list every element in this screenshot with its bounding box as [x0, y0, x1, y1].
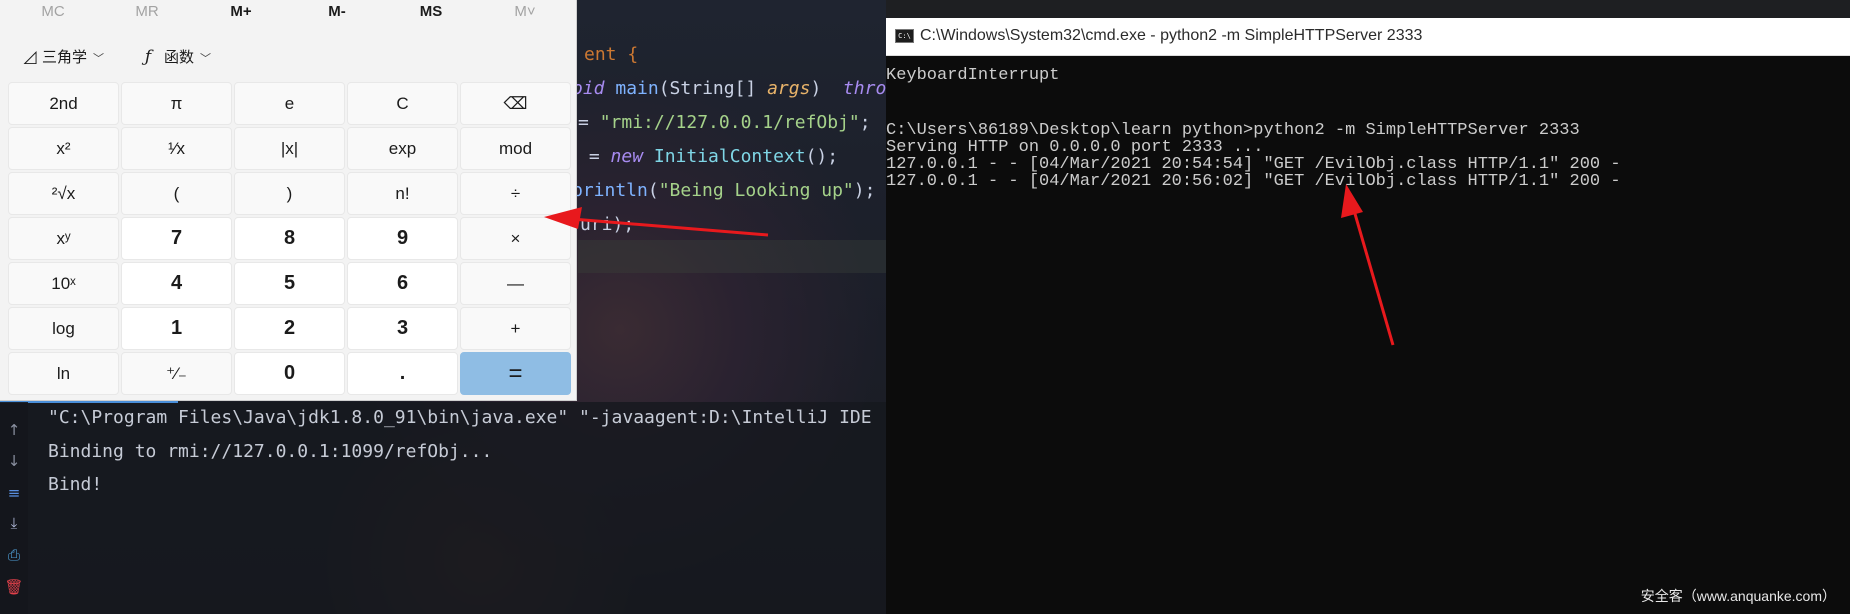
code-line: = new InitialContext(); — [578, 146, 838, 167]
digit-7-key[interactable]: 7 — [121, 217, 232, 260]
reciprocal-key[interactable]: ¹⁄x — [121, 127, 232, 170]
e-key[interactable]: e — [234, 82, 345, 125]
absolute-value-key[interactable]: |x| — [234, 127, 345, 170]
memory-store-button[interactable]: MS — [386, 3, 476, 20]
add-key[interactable]: + — [460, 307, 571, 350]
code-token: ; — [859, 112, 871, 133]
scroll-to-end-icon[interactable]: ⤓ — [3, 512, 25, 534]
trigonometry-label: 三角学 — [42, 48, 88, 66]
code-token: main — [615, 78, 659, 99]
terminal-line: 127.0.0.1 - - [04/Mar/2021 20:56:02] "GE… — [886, 172, 1621, 191]
code-token: InitialContext — [653, 146, 806, 167]
digit-5-key[interactable]: 5 — [234, 262, 345, 305]
clear-key[interactable]: C — [347, 82, 458, 125]
code-line: uri); — [580, 214, 634, 235]
scroll-down-icon[interactable]: ↓ — [3, 450, 25, 472]
decimal-key[interactable]: . — [347, 352, 458, 395]
function-dropdown[interactable]: ƒ 函数 ﹀ — [136, 42, 211, 72]
code-token: "rmi://127.0.0.1/refObj" — [599, 112, 860, 133]
code-token: ) — [810, 78, 843, 99]
memory-list-button[interactable]: M˅ — [480, 3, 570, 20]
memory-row: MC MR M+ M- MS M˅ — [0, 0, 577, 28]
chevron-down-icon: ﹀ — [93, 52, 105, 65]
console-line: "C:\Program Files\Java\jdk1.8.0_91\bin\j… — [48, 407, 872, 428]
digit-0-key[interactable]: 0 — [234, 352, 345, 395]
negate-key[interactable]: ⁺⁄₋ — [121, 352, 232, 395]
subtract-key[interactable]: — — [460, 262, 571, 305]
ten-power-key[interactable]: 10ˣ — [8, 262, 119, 305]
trigonometry-dropdown[interactable]: ◿ 三角学 ﹀ — [18, 42, 104, 72]
code-token: = — [578, 112, 600, 133]
code-token: ( — [647, 180, 659, 201]
function-row: ◿ 三角学 ﹀ ƒ 函数 ﹀ — [0, 42, 577, 72]
chevron-down-icon: ﹀ — [200, 52, 212, 65]
pi-key[interactable]: π — [121, 82, 232, 125]
equals-key[interactable]: = — [460, 352, 571, 395]
code-line: oid main(String[] args) thro — [572, 78, 886, 99]
window-title: C:\Windows\System32\cmd.exe - python2 -m… — [920, 27, 1423, 44]
digit-9-key[interactable]: 9 — [347, 217, 458, 260]
print-icon[interactable]: ⎙ — [3, 544, 25, 566]
function-label: 函数 — [164, 48, 195, 66]
memory-subtract-button[interactable]: M- — [292, 3, 382, 20]
square-key[interactable]: x² — [8, 127, 119, 170]
code-token: = — [578, 146, 611, 167]
code-token: (); — [805, 146, 839, 167]
digit-6-key[interactable]: 6 — [347, 262, 458, 305]
code-token: uri); — [580, 214, 635, 235]
code-line: ent { — [584, 44, 638, 65]
cmd-window: C:\ C:\Windows\System32\cmd.exe - python… — [886, 18, 1850, 614]
close-paren-key[interactable]: ) — [234, 172, 345, 215]
editor-current-line-highlight — [578, 240, 886, 273]
trash-icon[interactable]: 🗑 — [3, 576, 25, 598]
terminal-icon: C:\ — [895, 29, 914, 43]
digit-2-key[interactable]: 2 — [234, 307, 345, 350]
factorial-key[interactable]: n! — [347, 172, 458, 215]
code-token: "Being Looking up" — [658, 180, 854, 201]
square-root-key[interactable]: ²√x — [8, 172, 119, 215]
watermark: 安全客（www.anquanke.com） — [1640, 588, 1836, 604]
digit-4-key[interactable]: 4 — [121, 262, 232, 305]
soft-wrap-icon[interactable]: ≡ — [3, 482, 25, 504]
exp-key[interactable]: exp — [347, 127, 458, 170]
code-token: args — [767, 78, 811, 99]
run-toolbar: ↑ ↓ ≡ ⤓ ⎙ 🗑 — [0, 402, 28, 614]
code-token: thro — [842, 78, 887, 99]
calculator-window: MC MR M+ M- MS M˅ ◿ 三角学 ﹀ ƒ 函数 ﹀ 2nd π e C ⌫ x² ¹⁄… — [0, 0, 577, 401]
mod-key[interactable]: mod — [460, 127, 571, 170]
multiply-key[interactable]: × — [460, 217, 571, 260]
code-token: oid — [572, 78, 616, 99]
digit-3-key[interactable]: 3 — [347, 307, 458, 350]
digit-1-key[interactable]: 1 — [121, 307, 232, 350]
console-line: Bind! — [48, 474, 103, 495]
code-token: (String[] — [658, 78, 768, 99]
cmd-titlebar[interactable]: C:\ C:\Windows\System32\cmd.exe - python… — [886, 18, 1850, 56]
power-key[interactable]: xʸ — [8, 217, 119, 260]
digit-8-key[interactable]: 8 — [234, 217, 345, 260]
log-key[interactable]: log — [8, 307, 119, 350]
divide-key[interactable]: ÷ — [460, 172, 571, 215]
terminal-line: KeyboardInterrupt — [886, 66, 1060, 85]
code-token: new — [610, 146, 654, 167]
second-function-key[interactable]: 2nd — [8, 82, 119, 125]
triangle-icon: ◿ — [23, 47, 37, 67]
scroll-up-icon[interactable]: ↑ — [3, 419, 25, 441]
memory-clear-button[interactable]: MC — [8, 3, 98, 20]
ln-key[interactable]: ln — [8, 352, 119, 395]
memory-add-button[interactable]: M+ — [196, 3, 286, 20]
memory-recall-button[interactable]: MR — [102, 3, 192, 20]
console-line: Binding to rmi://127.0.0.1:1099/refObj..… — [48, 441, 493, 462]
code-token: ent { — [584, 44, 639, 65]
code-token: ); — [853, 180, 876, 201]
function-icon: ƒ — [144, 47, 152, 67]
code-line: println("Being Looking up"); — [572, 180, 875, 201]
code-line: = "rmi://127.0.0.1/refObj"; — [578, 112, 871, 133]
backspace-key[interactable]: ⌫ — [460, 82, 571, 125]
code-token: println — [572, 180, 648, 201]
run-console-panel — [0, 402, 886, 614]
open-paren-key[interactable]: ( — [121, 172, 232, 215]
